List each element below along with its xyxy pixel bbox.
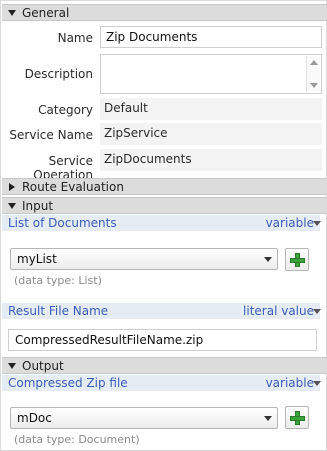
param-kind-dropdown-icon[interactable] [313, 309, 321, 314]
add-zip-variable-button[interactable] [285, 406, 309, 429]
category-value: Default [100, 98, 322, 120]
result-file-name-field[interactable]: CompressedResultFileName.zip [8, 329, 317, 351]
param-kind-dropdown-icon[interactable] [313, 381, 321, 386]
add-list-variable-button[interactable] [285, 248, 309, 271]
section-output-header[interactable]: Output [2, 357, 327, 374]
select-value: mDoc [17, 411, 52, 425]
param-compressed-zip-file: Compressed Zip file variable [2, 375, 320, 391]
section-route-title: Route Evaluation [22, 179, 124, 194]
service-name-label: Service Name [9, 128, 93, 142]
list-data-type-hint: (data type: List) [14, 274, 102, 287]
expand-triangle-icon[interactable] [9, 182, 15, 191]
section-input-header[interactable]: Input [2, 197, 327, 214]
param-result-file-name: Result File Name literal value [2, 303, 320, 319]
zip-data-type-hint: (data type: Document) [14, 433, 140, 446]
param-kind-dropdown-icon[interactable] [313, 221, 321, 226]
zip-variable-select[interactable]: mDoc [10, 407, 278, 429]
section-output-title: Output [22, 358, 64, 373]
collapse-triangle-icon[interactable] [8, 9, 16, 16]
section-general-title: General [22, 5, 70, 20]
section-general-header[interactable]: General [2, 4, 327, 21]
param-kind-link[interactable]: variable [266, 376, 320, 390]
chevron-down-icon [264, 416, 272, 421]
category-label: Category [38, 103, 93, 117]
service-name-value: ZipService [100, 123, 322, 145]
description-field[interactable] [100, 54, 322, 94]
param-list-of-documents: List of Documents variable [2, 215, 320, 231]
name-label: Name [57, 31, 93, 45]
param-kind-link[interactable]: literal value [243, 304, 320, 318]
name-field[interactable]: Zip Documents [100, 26, 322, 48]
param-name: Compressed Zip file [8, 376, 128, 390]
properties-panel: General Name Zip Documents Description C… [0, 0, 327, 451]
scroll-down-arrow-icon[interactable] [310, 83, 318, 88]
description-scrollbar[interactable] [306, 56, 320, 92]
param-name: List of Documents [8, 216, 117, 230]
chevron-down-icon [264, 257, 272, 262]
collapse-triangle-icon[interactable] [8, 362, 16, 369]
service-operation-value: ZipDocuments [100, 149, 322, 171]
section-route-header[interactable]: Route Evaluation [2, 178, 327, 195]
param-name: Result File Name [8, 304, 109, 318]
list-variable-select[interactable]: myList [10, 248, 278, 270]
select-value: myList [17, 252, 57, 266]
collapse-triangle-icon[interactable] [8, 202, 16, 209]
section-input-title: Input [22, 198, 54, 213]
param-kind-link[interactable]: variable [266, 216, 320, 230]
description-label: Description [24, 67, 93, 81]
scroll-up-arrow-icon[interactable] [310, 60, 318, 65]
